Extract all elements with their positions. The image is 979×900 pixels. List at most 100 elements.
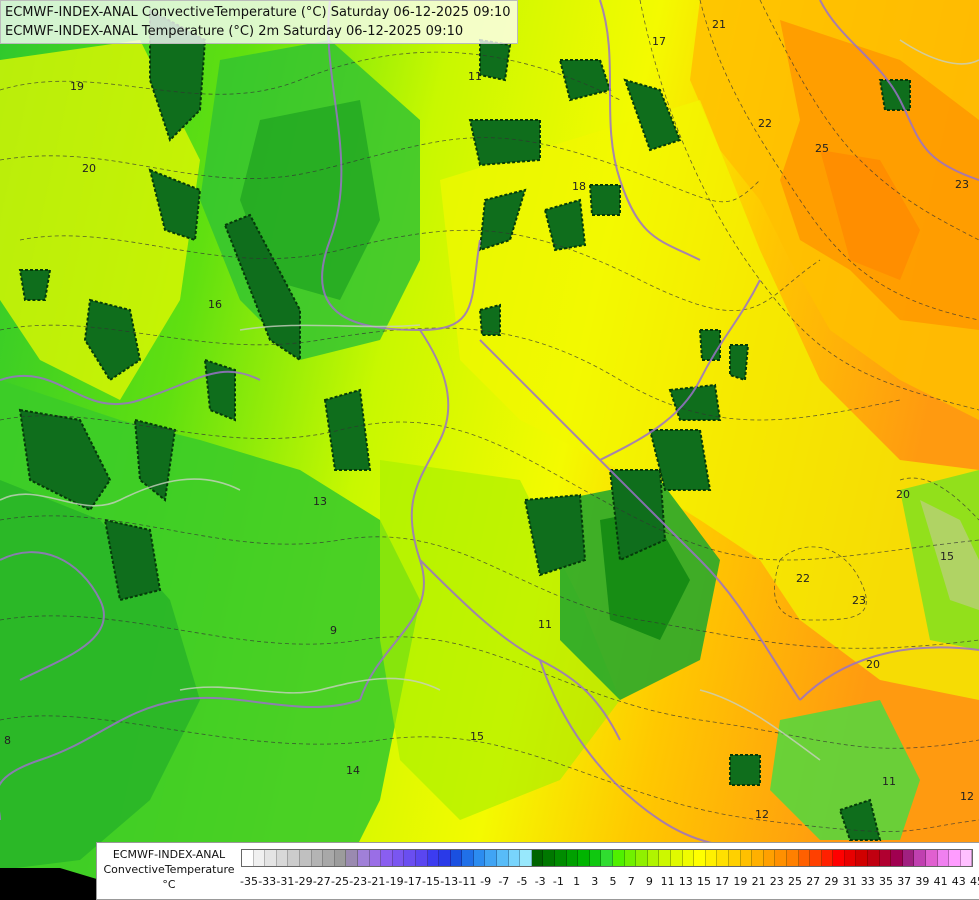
legend-swatch xyxy=(450,850,463,866)
contour-label: 11 xyxy=(882,775,896,788)
legend-swatch xyxy=(566,850,579,866)
legend-tick-label: 9 xyxy=(645,875,653,888)
legend-tick-label: -1 xyxy=(552,875,564,888)
legend-tick-label: 25 xyxy=(788,875,802,888)
legend-tick-label: 5 xyxy=(609,875,617,888)
legend-swatch xyxy=(404,850,416,866)
legend-swatch xyxy=(682,850,695,866)
legend-tick-label: 43 xyxy=(951,875,966,888)
contour-label: 19 xyxy=(70,80,84,93)
legend-swatch xyxy=(497,850,509,866)
legend-tick-label: 37 xyxy=(897,875,912,888)
legend-swatch xyxy=(821,850,834,866)
legend-swatch xyxy=(253,850,266,866)
legend-swatch xyxy=(810,850,822,866)
contour-label: 16 xyxy=(208,298,222,311)
legend-swatch xyxy=(949,850,961,866)
contour-label: 8 xyxy=(4,734,11,747)
legend-tick-label: 1 xyxy=(573,875,581,888)
legend-tick-label: 35 xyxy=(879,875,893,888)
contour-label: 22 xyxy=(758,117,772,130)
legend-tick-label: -21 xyxy=(367,875,386,888)
contour-label: 12 xyxy=(960,790,974,803)
legend-swatch xyxy=(369,850,382,866)
legend-swatch xyxy=(531,850,544,866)
contour-label: 9 xyxy=(330,624,337,637)
legend-swatch xyxy=(473,850,486,866)
color-legend: ECMWF-INDEX-ANAL ConvectiveTemperature °… xyxy=(96,842,979,900)
legend-swatch xyxy=(265,850,277,866)
legend-tick-label: -15 xyxy=(422,875,440,888)
legend-swatch xyxy=(520,850,532,866)
legend-tick-label: -17 xyxy=(403,875,422,888)
legend-swatch xyxy=(763,850,776,866)
legend-tick-label: -11 xyxy=(458,875,477,888)
contour-label: 15 xyxy=(940,550,954,563)
legend-swatch xyxy=(902,850,915,866)
legend-tick-label: -7 xyxy=(498,875,510,888)
contour-label: 23 xyxy=(852,594,866,607)
legend-swatch xyxy=(659,850,671,866)
legend-swatch xyxy=(392,850,405,866)
contour-label: 12 xyxy=(755,808,769,821)
legend-tick-label: 21 xyxy=(751,875,766,888)
contour-label: 23 xyxy=(955,178,969,191)
legend-tick-label: -5 xyxy=(516,875,528,888)
legend-tick-label: 29 xyxy=(824,875,839,888)
legend-swatch xyxy=(242,850,254,866)
legend-ticks: -35 -33 -31 -29 -27 -25 -23 -21 -19 -17 -15 -13 -11-… xyxy=(237,875,979,889)
legend-tick-label: 45 xyxy=(970,875,979,888)
legend-title: ECMWF-INDEX-ANAL ConvectiveTemperature °… xyxy=(103,848,235,891)
legend-swatch xyxy=(276,850,289,866)
legend-swatch xyxy=(543,850,556,866)
legend-tick-label: 3 xyxy=(591,875,599,888)
legend-swatch xyxy=(717,850,729,866)
legend-tick-label: 39 xyxy=(915,875,930,888)
legend-swatch xyxy=(601,850,613,866)
legend-tick-label: -3 xyxy=(534,875,546,888)
legend-swatch xyxy=(705,850,718,866)
legend-tick-label: -25 xyxy=(331,875,349,888)
legend-swatch xyxy=(694,850,706,866)
legend-swatch xyxy=(485,850,498,866)
legend-swatch xyxy=(415,850,428,866)
contour-label: 15 xyxy=(470,730,484,743)
legend-tick-label: -33 xyxy=(258,875,277,888)
legend-swatch xyxy=(798,850,811,866)
legend-swatch xyxy=(775,850,787,866)
legend-tick-label: 13 xyxy=(678,875,693,888)
legend-swatch xyxy=(439,850,451,866)
legend-swatch xyxy=(879,850,892,866)
legend-tick-label: 19 xyxy=(733,875,748,888)
contour-label: 11 xyxy=(468,70,482,83)
legend-tick-label: 23 xyxy=(769,875,784,888)
legend-swatch xyxy=(288,850,300,866)
legend-tick-label: 17 xyxy=(715,875,730,888)
legend-tick-label: -13 xyxy=(440,875,459,888)
contour-label: 25 xyxy=(815,142,829,155)
legend-swatch xyxy=(868,850,880,866)
legend-swatch xyxy=(427,850,440,866)
map-title-box: ECMWF-INDEX-ANAL ConvectiveTemperature (… xyxy=(0,0,518,44)
legend-swatch xyxy=(786,850,799,866)
legend-swatch xyxy=(647,850,660,866)
legend-tick-label: 7 xyxy=(627,875,635,888)
title-convective: ECMWF-INDEX-ANAL ConvectiveTemperature (… xyxy=(5,5,511,20)
legend-swatch xyxy=(508,850,521,866)
legend-swatch xyxy=(334,850,347,866)
legend-swatch xyxy=(914,850,927,866)
contour-label: 11 xyxy=(538,618,552,631)
contour-label: 18 xyxy=(572,180,586,193)
legend-swatch xyxy=(346,850,358,866)
legend-tick-label: -9 xyxy=(480,875,492,888)
contour-label: 22 xyxy=(796,572,810,585)
legend-swatch xyxy=(311,850,324,866)
legend-swatch xyxy=(357,850,370,866)
legend-swatch xyxy=(323,850,335,866)
legend-swatch xyxy=(937,850,950,866)
legend-swatch xyxy=(613,850,625,866)
legend-swatch xyxy=(728,850,741,866)
legend-tick-label: -23 xyxy=(349,875,368,888)
legend-swatch xyxy=(960,850,973,866)
legend-tick-label: 27 xyxy=(806,875,821,888)
